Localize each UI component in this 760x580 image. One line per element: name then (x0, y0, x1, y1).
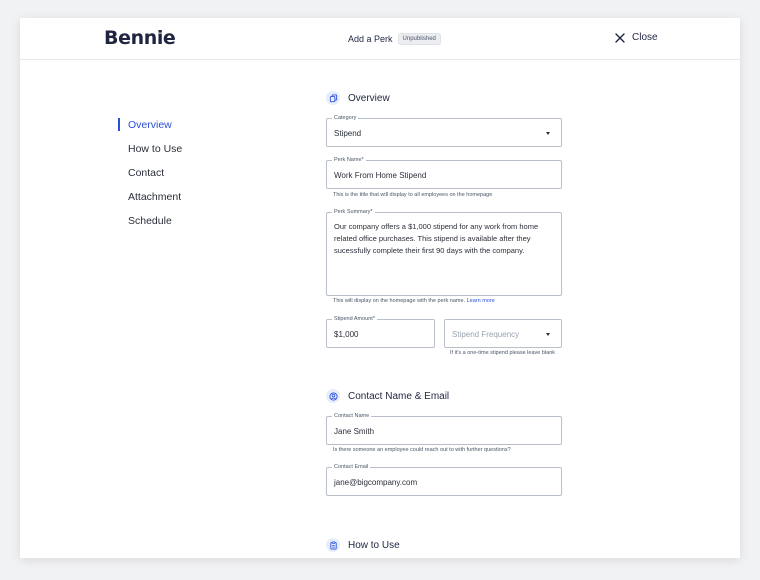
category-label: Category (332, 114, 359, 122)
perk-summary-label: Perk Summary* (332, 208, 375, 216)
contact-email-value: jane@bigcompany.com (334, 478, 418, 487)
category-value: Stipend (334, 129, 362, 138)
contact-name-value: Jane Smith (334, 427, 375, 436)
stipend-frequency-select[interactable]: Stipend Frequency (444, 319, 562, 348)
perk-name-label: Perk Name* (332, 156, 366, 164)
header-bar: Bennie Add a Perk Unpublished Close (20, 18, 740, 60)
how-to-use-section-header: How to Use (326, 538, 400, 552)
perk-summary-helper-text: This will display on the homepage with t… (333, 298, 466, 304)
user-circle-icon (328, 391, 338, 401)
nav-item-contact[interactable]: Contact (118, 166, 182, 190)
perk-summary-value: Our company offers a $1,000 stipend for … (334, 222, 539, 255)
page-title: Add a Perk (348, 34, 393, 44)
nav-item-how-to-use[interactable]: How to Use (118, 142, 182, 166)
learn-more-link[interactable]: Learn more (467, 298, 495, 304)
nav-item-overview[interactable]: Overview (118, 118, 182, 142)
contact-name-label: Contact Name (332, 412, 372, 420)
perk-name-value: Work From Home Stipend (334, 171, 427, 180)
brand-logo: Bennie (104, 27, 176, 49)
contact-name-field[interactable]: Contact Name Jane Smith (326, 412, 562, 445)
header-title-group: Add a Perk Unpublished (348, 33, 441, 45)
contact-email-label: Contact Email (332, 463, 371, 471)
contact-section-title: Contact Name & Email (348, 390, 450, 402)
how-to-use-section-title: How to Use (348, 539, 400, 551)
stipend-frequency-placeholder: Stipend Frequency (452, 330, 520, 339)
perk-summary-helper: This will display on the homepage with t… (333, 298, 495, 304)
perk-summary-textarea[interactable]: Perk Summary* Our company offers a $1,00… (326, 208, 562, 296)
app-window: Bennie Add a Perk Unpublished Close Over… (20, 18, 740, 558)
stipend-amount-field[interactable]: Stipend Amount* $1,000 (326, 315, 435, 348)
nav-item-schedule[interactable]: Schedule (118, 214, 182, 238)
nav-item-attachment[interactable]: Attachment (118, 190, 182, 214)
section-nav: Overview How to Use Contact Attachment S… (118, 118, 182, 238)
status-badge: Unpublished (397, 33, 441, 45)
clipboard-icon (329, 541, 337, 550)
close-label: Close (632, 32, 658, 43)
contact-section-header: Contact Name & Email (326, 389, 449, 403)
close-button[interactable]: Close (615, 32, 658, 43)
contact-section-icon (326, 389, 340, 403)
how-to-use-section-icon (326, 538, 340, 552)
contact-email-field[interactable]: Contact Email jane@bigcompany.com (326, 463, 562, 496)
perk-name-helper: This is the title that will display to a… (333, 192, 493, 198)
chevron-down-icon (546, 132, 550, 135)
category-select[interactable]: Category Stipend (326, 114, 562, 147)
stipend-frequency-helper: If it's a one-time stipend please leave … (450, 350, 555, 356)
stipend-amount-label: Stipend Amount* (332, 315, 377, 323)
stipend-amount-value: $1,000 (334, 330, 359, 339)
perk-name-field[interactable]: Perk Name* Work From Home Stipend (326, 156, 562, 189)
contact-name-helper: Is there someone an employee could reach… (333, 447, 511, 453)
overview-section-icon (326, 91, 340, 105)
overview-section-header: Overview (326, 91, 390, 105)
close-icon (615, 32, 625, 43)
copy-icon (329, 93, 337, 102)
chevron-down-icon (546, 333, 550, 336)
overview-section-title: Overview (348, 92, 390, 104)
